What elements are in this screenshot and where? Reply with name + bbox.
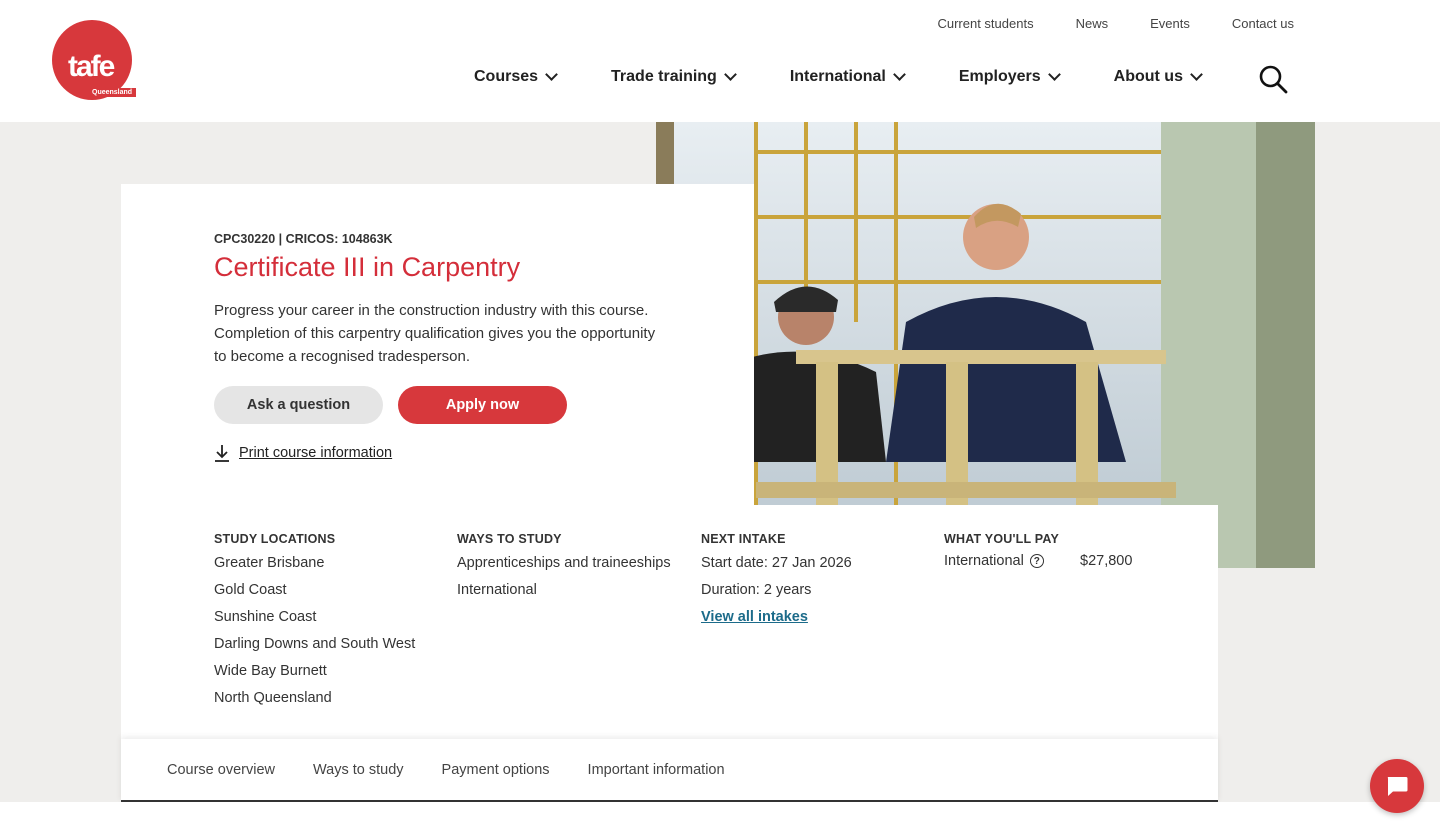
course-details-panel: STUDY LOCATIONS Greater Brisbane Gold Co…	[121, 505, 1218, 739]
location-item: North Queensland	[214, 690, 332, 706]
ways-to-study-column: WAYS TO STUDY Apprenticeships and traine…	[457, 532, 671, 607]
help-icon[interactable]: ?	[1029, 554, 1044, 568]
chevron-down-icon	[1190, 67, 1203, 81]
chevron-down-icon	[545, 67, 558, 81]
utility-link-current-students[interactable]: Current students	[937, 16, 1033, 31]
tab-important-information[interactable]: Important information	[588, 762, 725, 778]
site-header: tafe Queensland Current students News Ev…	[0, 0, 1440, 122]
course-code: CPC30220 | CRICOS: 104863K	[214, 232, 393, 246]
pay-type-label: International	[944, 553, 1024, 569]
nav-employers-label: Employers	[958, 68, 1041, 85]
location-item: Greater Brisbane	[214, 555, 325, 571]
apply-now-button[interactable]: Apply now	[398, 386, 567, 424]
utility-link-events[interactable]: Events	[1150, 16, 1190, 31]
nav-about-us-label: About us	[1113, 68, 1183, 85]
hero-image-carpenters	[656, 122, 1315, 568]
utility-nav: Current students News Events Contact us	[937, 16, 1294, 31]
main-nav: Courses Trade training International Emp…	[474, 67, 1256, 86]
chat-button[interactable]	[1370, 759, 1424, 813]
study-locations-heading: STUDY LOCATIONS	[214, 532, 336, 546]
utility-link-contact-us[interactable]: Contact us	[1232, 16, 1294, 31]
tab-ways-to-study[interactable]: Ways to study	[313, 762, 404, 778]
location-item: Gold Coast	[214, 582, 287, 598]
tafe-queensland-logo[interactable]: tafe Queensland	[52, 20, 137, 102]
pay-amount: $27,800	[1080, 553, 1133, 569]
course-title: Certificate III in Carpentry	[214, 252, 521, 282]
study-mode-item: International	[457, 582, 537, 598]
what-youll-pay-heading: WHAT YOU'LL PAY	[944, 532, 1060, 546]
chevron-down-icon	[892, 67, 906, 81]
nav-trade-training-label: Trade training	[611, 68, 717, 85]
chat-bubble-icon	[1387, 777, 1408, 796]
nav-courses[interactable]: Courses	[474, 67, 558, 86]
nav-employers[interactable]: Employers	[958, 67, 1061, 86]
chevron-down-icon	[1047, 67, 1061, 81]
course-description: Progress your career in the construction…	[214, 302, 656, 365]
study-locations-column: STUDY LOCATIONS Greater Brisbane Gold Co…	[214, 532, 415, 715]
chevron-down-icon	[723, 67, 737, 81]
ask-a-question-button[interactable]: Ask a question	[214, 386, 383, 424]
next-intake-heading: NEXT INTAKE	[701, 532, 786, 546]
page-bottom	[0, 802, 1440, 829]
next-intake-column: NEXT INTAKE Start date: 27 Jan 2026 Dura…	[701, 532, 852, 634]
view-all-intakes-link[interactable]: View all intakes	[701, 609, 808, 625]
course-intro-card: CPC30220 | CRICOS: 104863K Certificate I…	[121, 184, 754, 505]
duration: Duration: 2 years	[701, 582, 812, 598]
print-course-information-label: Print course information	[239, 445, 393, 461]
print-course-information-link[interactable]: Print course information	[214, 444, 392, 462]
nav-courses-label: Courses	[474, 68, 539, 85]
nav-about-us[interactable]: About us	[1113, 67, 1203, 86]
course-section-tabs: Course overview Ways to study Payment op…	[121, 739, 1218, 802]
ways-to-study-heading: WAYS TO STUDY	[457, 532, 562, 546]
start-date: Start date: 27 Jan 2026	[701, 555, 852, 571]
search-icon[interactable]	[1258, 64, 1288, 94]
nav-trade-training[interactable]: Trade training	[611, 67, 737, 86]
tab-course-overview[interactable]: Course overview	[167, 762, 275, 778]
location-item: Wide Bay Burnett	[214, 663, 327, 679]
location-item: Sunshine Coast	[214, 609, 317, 625]
location-item: Darling Downs and South West	[214, 636, 416, 652]
nav-international[interactable]: International	[789, 67, 906, 86]
utility-link-news[interactable]: News	[1076, 16, 1109, 31]
tab-payment-options[interactable]: Payment options	[442, 762, 550, 778]
nav-international-label: International	[789, 68, 886, 85]
download-icon	[215, 445, 229, 462]
study-mode-item: Apprenticeships and traineeships	[457, 555, 671, 571]
what-youll-pay-column: WHAT YOU'LL PAY International ? $27,800	[944, 532, 1144, 569]
